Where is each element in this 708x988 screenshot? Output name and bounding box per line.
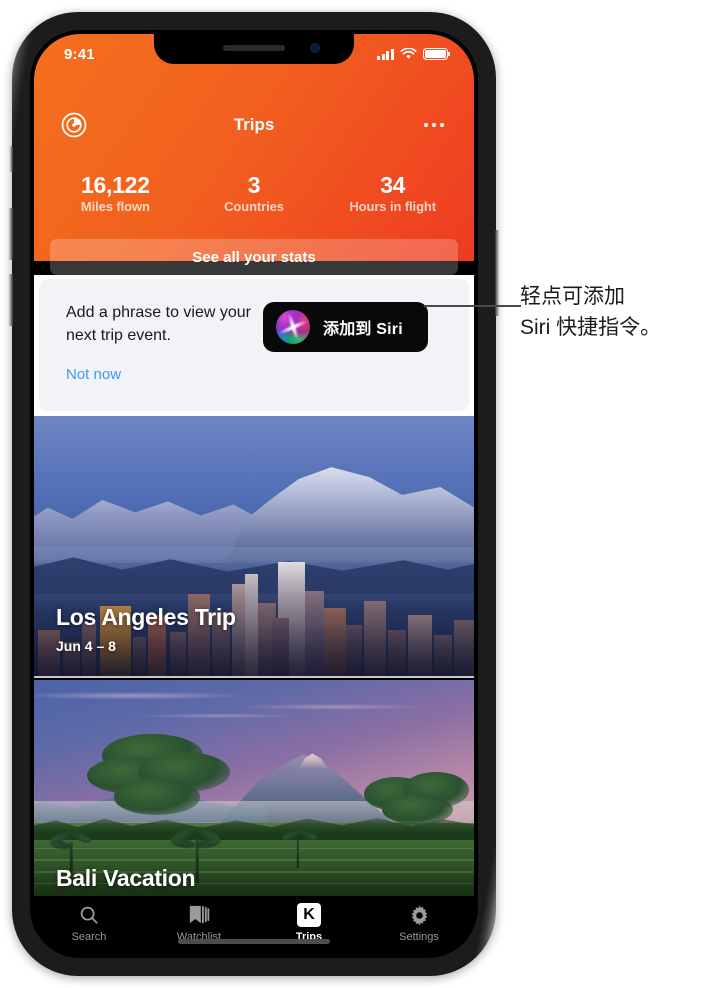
- card-divider: [34, 676, 474, 678]
- side-power-button[interactable]: [495, 230, 500, 316]
- callout-line-2: Siri 快捷指令。: [520, 316, 662, 339]
- stat-countries: 3 Countries: [185, 172, 324, 216]
- trip-dates: Jun 4 – 8: [56, 638, 116, 654]
- stat-label: Hours in flight: [349, 199, 436, 214]
- device-notch: [154, 34, 354, 64]
- volume-up-button[interactable]: [8, 208, 13, 260]
- trip-title: Los Angeles Trip: [56, 604, 236, 630]
- status-time: 9:41: [64, 45, 95, 63]
- trip-title: Bali Vacation: [56, 865, 196, 891]
- not-now-link[interactable]: Not now: [66, 366, 121, 383]
- tab-settings[interactable]: Settings: [364, 896, 474, 954]
- trips-header: Trips 16,122 Miles flown 3 Countries 34 …: [34, 34, 474, 275]
- status-icons: [377, 48, 451, 60]
- bookmark-icon: [187, 903, 211, 927]
- tab-trips[interactable]: K Trips: [254, 896, 364, 954]
- stat-value: 3: [247, 172, 261, 198]
- siri-suggestion-section: Add a phrase to view your next trip even…: [34, 275, 474, 416]
- siri-prompt-text: Add a phrase to view your next trip even…: [66, 304, 251, 344]
- navigation-bar: Trips: [34, 108, 474, 142]
- stat-label: Countries: [224, 199, 284, 214]
- mute-switch[interactable]: [9, 146, 13, 172]
- trip-card-bali[interactable]: Bali Vacation: [34, 680, 474, 896]
- add-to-siri-label: 添加到 Siri: [323, 321, 403, 338]
- battery-icon: [423, 48, 451, 60]
- search-icon: [78, 903, 100, 927]
- tab-search[interactable]: Search: [34, 896, 144, 954]
- add-to-siri-button[interactable]: 添加到 Siri: [263, 302, 428, 352]
- siri-suggestion-card: Add a phrase to view your next trip even…: [39, 279, 469, 411]
- home-indicator[interactable]: [178, 939, 330, 944]
- stats-row: 16,122 Miles flown 3 Countries 34 Hours …: [34, 172, 474, 216]
- tab-label: Settings: [399, 931, 439, 943]
- front-camera: [310, 43, 320, 53]
- iphone-device-frame: Trips 16,122 Miles flown 3 Countries 34 …: [8, 12, 500, 976]
- earpiece-speaker: [223, 45, 285, 51]
- page-title: Trips: [233, 115, 275, 134]
- volume-down-button[interactable]: [8, 274, 13, 326]
- callout-line-1: 轻点可添加: [520, 285, 625, 308]
- iphone-screen: Trips 16,122 Miles flown 3 Countries 34 …: [34, 34, 474, 954]
- siri-orb-icon: [276, 310, 310, 344]
- stat-value: 16,122: [81, 172, 150, 198]
- stat-value: 34: [380, 172, 406, 198]
- see-all-stats-button[interactable]: See all your stats: [50, 239, 458, 275]
- tab-bar: Search Watchlist K Trips Settings: [34, 896, 474, 954]
- callout-annotation: 轻点可添加 Siri 快捷指令。: [520, 281, 700, 343]
- more-options-icon[interactable]: [420, 111, 448, 139]
- tab-label: Search: [71, 931, 107, 943]
- callout-leader-line: [424, 305, 521, 307]
- trip-card-los-angeles[interactable]: Los Angeles Trip Jun 4 – 8: [34, 416, 474, 678]
- wifi-icon: [400, 48, 417, 59]
- stat-miles-flown: 16,122 Miles flown: [46, 172, 185, 216]
- stat-hours-in-flight: 34 Hours in flight: [323, 172, 462, 216]
- radar-icon[interactable]: [60, 111, 88, 139]
- k-logo-icon: K: [297, 903, 321, 927]
- gear-icon: [408, 903, 431, 927]
- bali-rice-terrace-photo: [34, 680, 474, 896]
- stat-label: Miles flown: [80, 199, 150, 214]
- tab-watchlist[interactable]: Watchlist: [144, 896, 254, 954]
- cellular-signal-icon: [377, 48, 394, 60]
